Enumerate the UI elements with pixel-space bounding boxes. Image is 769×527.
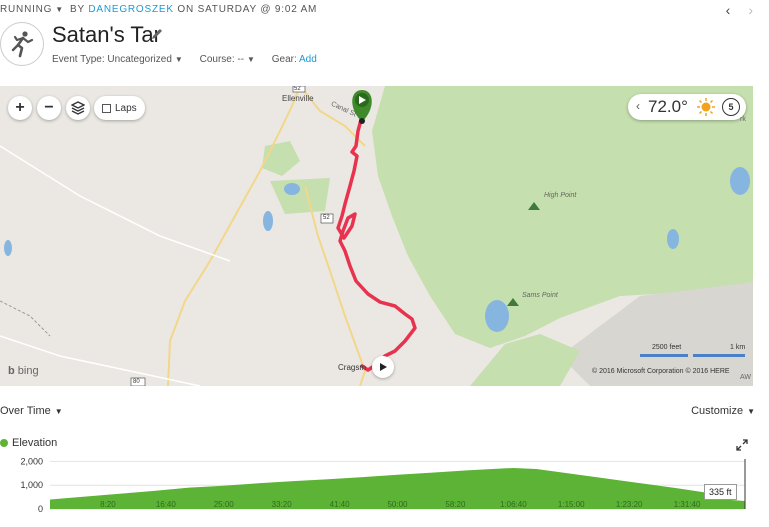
- edge-label: AW: [740, 374, 752, 381]
- gear-field: Gear: Add: [272, 54, 317, 65]
- map-canvas: [0, 86, 753, 386]
- x-tick-label: 1:31:40: [674, 500, 701, 509]
- gear-label: Gear:: [271, 54, 297, 65]
- activity-type-dropdown[interactable]: RUNNING: [0, 4, 52, 15]
- activity-meta: RUNNING ▼ BY DANEGROSZEK ON SATURDAY @ 9:0…: [0, 4, 317, 15]
- zoom-in-button[interactable]: +: [8, 96, 32, 120]
- legend-label: Elevation: [12, 437, 58, 449]
- sun-icon: [697, 98, 715, 116]
- weather-widget[interactable]: ‹ 72.0° 5: [628, 94, 746, 120]
- prev-activity-icon[interactable]: ‹: [726, 2, 731, 18]
- x-tick-label: 1:23:20: [616, 500, 643, 509]
- running-icon: [0, 22, 44, 66]
- legend-swatch: [0, 439, 8, 447]
- elevation-tooltip: 335 ft: [704, 484, 737, 500]
- activity-properties: Event Type: Uncategorized ▼ Course: -- ▼ G…: [52, 54, 331, 65]
- activity-nav: ‹ ›: [708, 2, 753, 18]
- add-gear-link[interactable]: Add: [299, 54, 317, 65]
- x-tick-label: 25:00: [214, 500, 235, 509]
- route-shield-label: 52: [294, 86, 301, 92]
- activity-date: ON SATURDAY @ 9:02 AM: [177, 4, 318, 15]
- top-bar: RUNNING ▼ BY DANEGROSZEK ON SATURDAY @ 9:0…: [0, 0, 769, 20]
- laps-toggle[interactable]: Laps: [94, 96, 145, 120]
- course-label: Course: --: [199, 54, 245, 65]
- activity-title: Satan's Tar: [52, 22, 161, 47]
- customize-label: Customize: [691, 405, 744, 417]
- by-label: BY: [69, 4, 85, 15]
- x-tick-label: 33:20: [272, 500, 293, 509]
- map-copyright: © 2016 Microsoft Corporation © 2016 HERE: [592, 368, 730, 375]
- play-icon: [380, 363, 387, 371]
- x-tick-label: 50:00: [387, 500, 408, 509]
- chevron-down-icon: ▼: [54, 407, 63, 416]
- pencil-icon[interactable]: [150, 27, 164, 41]
- edge-label: rk: [740, 116, 746, 123]
- chevron-down-icon[interactable]: ▼: [55, 5, 64, 14]
- over-time-dropdown[interactable]: Over Time ▼: [0, 405, 63, 417]
- chevron-down-icon: ▼: [174, 55, 183, 64]
- town-label: Ellenville: [282, 94, 314, 103]
- course-dropdown[interactable]: Course: -- ▼: [200, 54, 255, 65]
- peak-label: High Point: [544, 192, 577, 199]
- x-tick-label: 58:20: [445, 500, 466, 509]
- event-type-label: Event Type: Uncategorized: [52, 54, 172, 65]
- x-tick-label: 1:15:00: [558, 500, 585, 509]
- over-time-label: Over Time: [0, 405, 51, 417]
- place-label: Cragsm: [338, 363, 367, 372]
- bing-b-icon: b: [8, 365, 15, 377]
- zoom-out-button[interactable]: −: [37, 96, 61, 120]
- route-shield-label: 52: [323, 215, 330, 221]
- x-tick-label: 41:40: [330, 500, 351, 509]
- y-tick-label: 2,000: [20, 456, 43, 466]
- author-link[interactable]: DANEGROSZEK: [88, 4, 173, 15]
- customize-dropdown[interactable]: Customize ▼: [691, 405, 755, 417]
- bing-label: bing: [17, 365, 39, 377]
- chevron-down-icon: ▼: [747, 407, 755, 416]
- laps-checkbox[interactable]: [102, 103, 111, 113]
- laps-label: Laps: [115, 102, 137, 114]
- play-button[interactable]: [372, 356, 394, 378]
- next-activity-icon[interactable]: ›: [748, 2, 753, 18]
- scale-feet: 2500 feet: [652, 344, 682, 351]
- scale-km: 1 km: [730, 344, 746, 351]
- layers-button[interactable]: [66, 96, 90, 120]
- route-shield-label: 80: [133, 379, 140, 385]
- bing-logo: b bing: [8, 365, 39, 377]
- x-tick-label: 1:06:40: [500, 500, 527, 509]
- event-type-dropdown[interactable]: Event Type: Uncategorized ▼: [52, 54, 183, 65]
- route-map[interactable]: + − Laps ‹ 72.0° 5 Ellenville 52 Canal S…: [0, 86, 753, 386]
- chart-legend[interactable]: Elevation: [0, 437, 57, 449]
- elevation-chart[interactable]: 0 1,000 2,000 8:20 16:40 25:00 33:20 41:40 50:0…: [0, 450, 769, 527]
- wind-icon: 5: [722, 98, 740, 116]
- layers-icon: [71, 101, 85, 115]
- y-tick-label: 1,000: [20, 480, 43, 490]
- x-tick-label: 16:40: [156, 500, 177, 509]
- temperature-value: 72.0°: [648, 97, 688, 116]
- y-tick-label: 0: [38, 504, 43, 514]
- peak-label: Sams Point: [522, 292, 558, 299]
- x-tick-label: 8:20: [100, 500, 116, 509]
- chevron-left-icon[interactable]: ‹: [636, 99, 640, 113]
- chevron-down-icon: ▼: [247, 55, 255, 64]
